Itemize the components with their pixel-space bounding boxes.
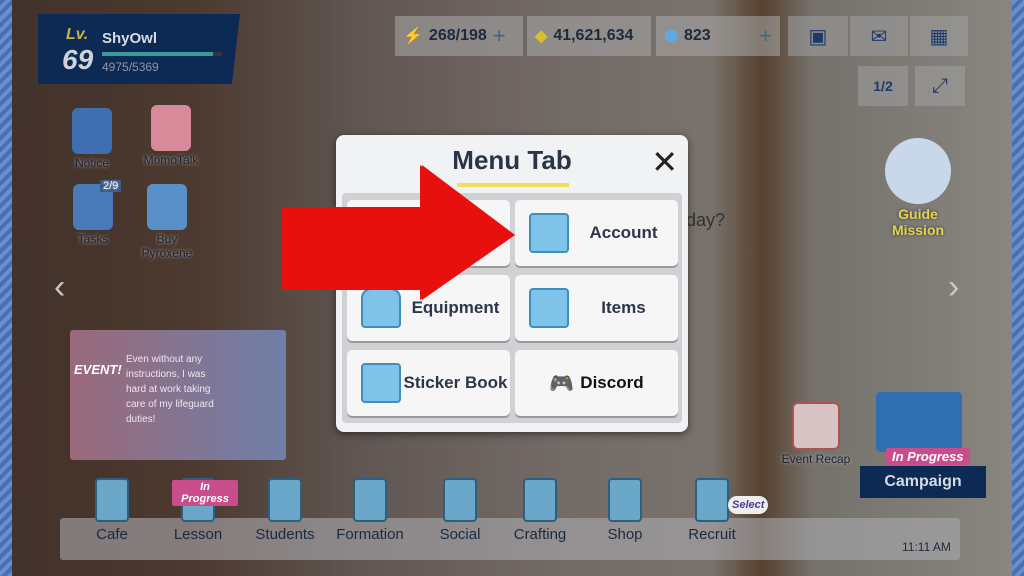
nav-label: Recruit xyxy=(688,526,736,543)
nav-shop[interactable]: Shop xyxy=(585,478,665,543)
account-card-icon xyxy=(529,213,569,253)
buy-pyroxene-button[interactable]: Buy Pyroxene xyxy=(130,184,204,260)
tasks-button[interactable]: Tasks 2/9 xyxy=(66,180,122,246)
campaign-status-badge: In Progress xyxy=(886,448,970,465)
nav-formation[interactable]: Formation xyxy=(330,478,410,543)
tasks-badge: 2/9 xyxy=(100,180,122,192)
stamina-value: 268/198 xyxy=(428,27,487,44)
dialogue-text: day? xyxy=(686,210,726,230)
momotalk-button[interactable]: MomoTalk xyxy=(136,105,206,167)
exp-text: 4975/5369 xyxy=(102,60,159,74)
pyroxene-icon: ⬢ xyxy=(664,28,678,45)
event-recap-button[interactable]: Event Recap xyxy=(776,402,856,466)
event-text: Even without any instructions, I was har… xyxy=(126,354,214,425)
menu-item-items[interactable]: Items xyxy=(515,275,678,341)
guide-mission-label: Guide Mission xyxy=(891,206,945,238)
nav-students[interactable]: Students xyxy=(245,478,325,543)
notice-label: Notice xyxy=(74,156,109,170)
megaphone-icon xyxy=(72,108,112,154)
event-banner[interactable]: EVENT! Even without any instructions, I … xyxy=(70,330,286,460)
nav-label: Cafe xyxy=(96,526,128,543)
guide-mission-button[interactable]: Guide Mission xyxy=(876,138,960,238)
mail-icon[interactable]: ✉ xyxy=(850,16,908,56)
menu-item-label: Discord xyxy=(580,373,644,392)
discord-logo-icon: 🎮 xyxy=(549,372,575,395)
credits-value: 41,621,634 xyxy=(553,27,634,44)
nav-social[interactable]: Social xyxy=(420,478,500,543)
menu-item-discord[interactable]: 🎮 Discord xyxy=(515,350,678,416)
campaign-label: Campaign xyxy=(860,466,986,498)
lesson-status-badge: In Progress xyxy=(172,480,238,506)
player-panel[interactable]: Lv. 69 ShyOwl 4975/5369 xyxy=(38,14,240,84)
stamina-counter[interactable]: ⚡ 268/198 + xyxy=(395,16,523,56)
storage-box-icon xyxy=(529,288,569,328)
shop-icon xyxy=(608,478,642,522)
nav-label: Students xyxy=(255,526,315,543)
fullscreen-icon[interactable]: ⤢ xyxy=(915,66,965,106)
nav-label: Social xyxy=(439,526,481,543)
profile-icon[interactable]: ▣ xyxy=(788,16,848,56)
stamina-icon: ⚡ xyxy=(403,28,423,45)
calendar-icon xyxy=(792,402,840,450)
momotalk-icon xyxy=(151,105,191,151)
social-icon xyxy=(443,478,477,522)
nav-label: Shop xyxy=(607,526,643,543)
nav-label: Lesson xyxy=(173,526,223,543)
students-icon xyxy=(268,478,302,522)
menu-item-label: Sticker Book xyxy=(403,373,508,392)
buy-pyroxene-label: Buy Pyroxene xyxy=(141,232,193,260)
nav-cafe[interactable]: Cafe xyxy=(72,478,152,543)
menu-grid-icon[interactable]: ▦ xyxy=(910,16,968,56)
tasks-label: Tasks xyxy=(77,232,109,246)
close-icon[interactable]: ✕ xyxy=(651,143,678,181)
cafe-icon xyxy=(95,478,129,522)
nav-label: Crafting xyxy=(513,526,567,543)
credits-counter: ◆ 41,621,634 xyxy=(527,16,651,56)
player-level: 69 xyxy=(62,44,94,75)
nav-label: Formation xyxy=(336,526,404,543)
pyroxene-value: 823 xyxy=(683,27,711,44)
campaign-folder-icon xyxy=(876,392,962,452)
menu-item-sticker-book[interactable]: Sticker Book xyxy=(347,350,510,416)
page-toggle-button[interactable]: 1/2 xyxy=(858,66,908,106)
arrow-body xyxy=(282,165,515,300)
nav-crafting[interactable]: Crafting xyxy=(500,478,580,543)
level-label: Lv. xyxy=(66,26,89,43)
crafting-icon xyxy=(523,478,557,522)
notice-button[interactable]: Notice xyxy=(66,108,118,170)
red-arrow-annotation xyxy=(282,165,515,300)
event-recap-label: Event Recap xyxy=(781,452,851,466)
recruit-select-badge: Select xyxy=(728,496,769,514)
guide-mission-icon xyxy=(885,138,951,204)
scroll-right-icon[interactable]: › xyxy=(948,268,959,307)
menu-item-label: Account xyxy=(589,223,658,242)
scroll-left-icon[interactable]: ‹ xyxy=(54,268,65,307)
menu-item-label: Items xyxy=(601,298,646,317)
add-pyroxene-button[interactable]: + xyxy=(759,23,772,49)
pyroxene-shop-icon xyxy=(147,184,187,230)
campaign-button[interactable]: In Progress Campaign xyxy=(860,392,986,498)
menu-item-account[interactable]: Account xyxy=(515,200,678,266)
player-name: ShyOwl xyxy=(102,30,158,47)
pyroxene-counter[interactable]: ⬢ 823 + xyxy=(656,16,780,56)
nav-recruit[interactable]: Recruit Select xyxy=(672,478,769,543)
clock: 11:11 AM xyxy=(902,540,951,554)
momotalk-label: MomoTalk xyxy=(143,153,199,167)
add-stamina-button[interactable]: + xyxy=(493,23,506,49)
credits-icon: ◆ xyxy=(535,28,548,45)
recruit-icon xyxy=(695,478,729,522)
formation-icon xyxy=(353,478,387,522)
nav-lesson[interactable]: Lesson In Progress xyxy=(158,478,238,543)
controller-hint: A X + O xyxy=(905,526,940,537)
sticker-book-icon xyxy=(361,363,401,403)
event-tag: EVENT! xyxy=(74,362,122,377)
exp-bar xyxy=(102,52,222,56)
